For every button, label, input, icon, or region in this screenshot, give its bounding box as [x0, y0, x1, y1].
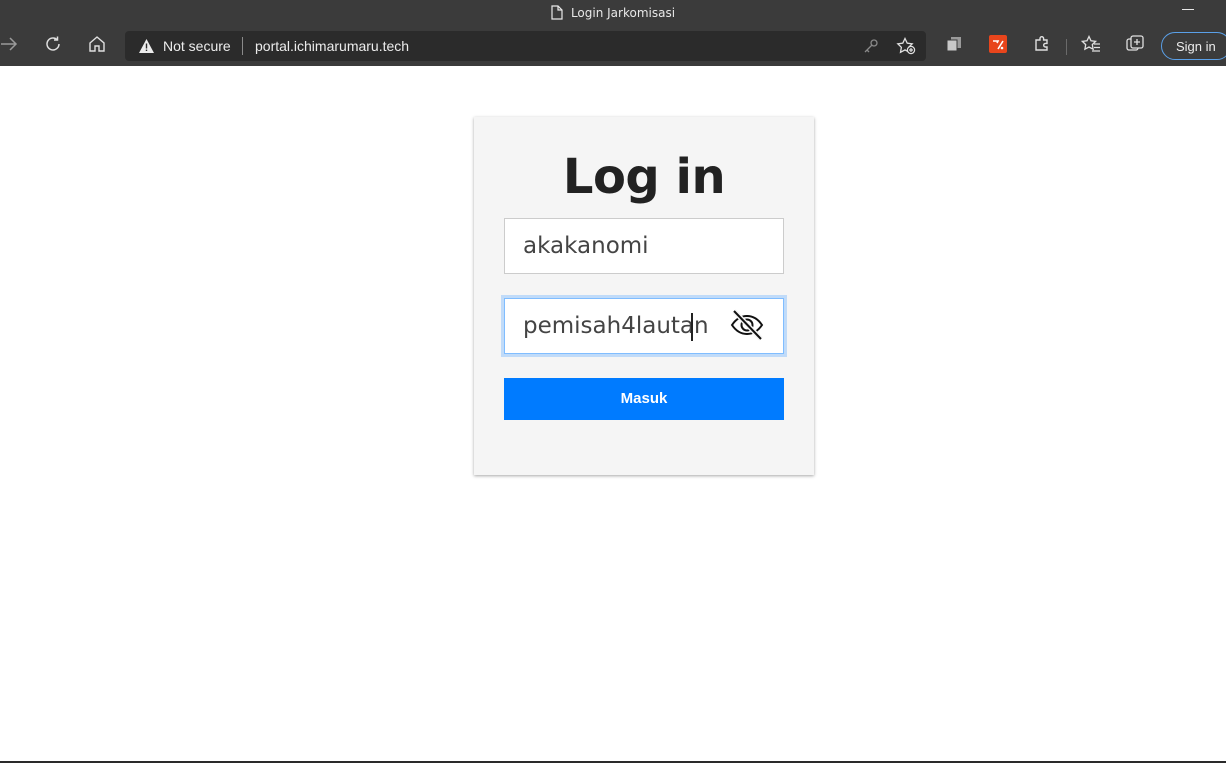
- toggle-password-visibility-button[interactable]: [729, 308, 765, 347]
- sign-in-button[interactable]: Sign in: [1161, 32, 1226, 60]
- key-icon[interactable]: [863, 38, 879, 59]
- refresh-icon: [44, 35, 62, 58]
- tab-actions-button[interactable]: [1122, 34, 1148, 58]
- tab-actions-icon: [1126, 34, 1144, 58]
- extensions-button[interactable]: [1029, 34, 1055, 58]
- window-titlebar: Login Jarkomisasi: [0, 0, 1226, 26]
- eye-slash-icon: [730, 308, 764, 347]
- page-icon: [551, 5, 563, 23]
- text-caret: [691, 313, 693, 341]
- toolbar-divider: [1066, 39, 1067, 55]
- window-title-area: Login Jarkomisasi: [0, 5, 1226, 23]
- minimize-button[interactable]: [1182, 9, 1194, 10]
- address-separator: [242, 37, 243, 55]
- window-title: Login Jarkomisasi: [570, 6, 676, 20]
- forward-button[interactable]: [0, 34, 22, 58]
- add-favorite-icon[interactable]: [896, 36, 916, 60]
- username-field-wrapper: [504, 218, 784, 274]
- username-field[interactable]: [505, 219, 783, 273]
- collections-button[interactable]: [941, 34, 967, 58]
- favorites-button[interactable]: [1078, 34, 1104, 58]
- warning-icon[interactable]: [138, 38, 155, 59]
- url-text[interactable]: portal.ichimarumaru.tech: [255, 38, 409, 54]
- browser-toolbar: Not secure portal.ichimarumaru.tech Sign…: [0, 26, 1226, 66]
- home-button[interactable]: [84, 34, 110, 58]
- extension-red-icon: [989, 34, 1007, 58]
- collections-icon: [946, 36, 962, 57]
- home-icon: [88, 35, 106, 58]
- extension-red-button[interactable]: [985, 34, 1011, 58]
- window-bottom-border: [0, 761, 1226, 763]
- refresh-button[interactable]: [40, 34, 66, 58]
- extensions-icon: [1033, 35, 1051, 58]
- login-card: Log in Masuk: [474, 117, 814, 475]
- password-field-wrapper: [504, 298, 784, 354]
- security-status[interactable]: Not secure: [163, 38, 231, 54]
- page-title: Log in: [562, 149, 726, 205]
- favorites-icon: [1080, 34, 1101, 58]
- submit-button[interactable]: Masuk: [504, 378, 784, 420]
- address-bar[interactable]: Not secure portal.ichimarumaru.tech: [125, 31, 926, 61]
- forward-icon: [0, 36, 18, 56]
